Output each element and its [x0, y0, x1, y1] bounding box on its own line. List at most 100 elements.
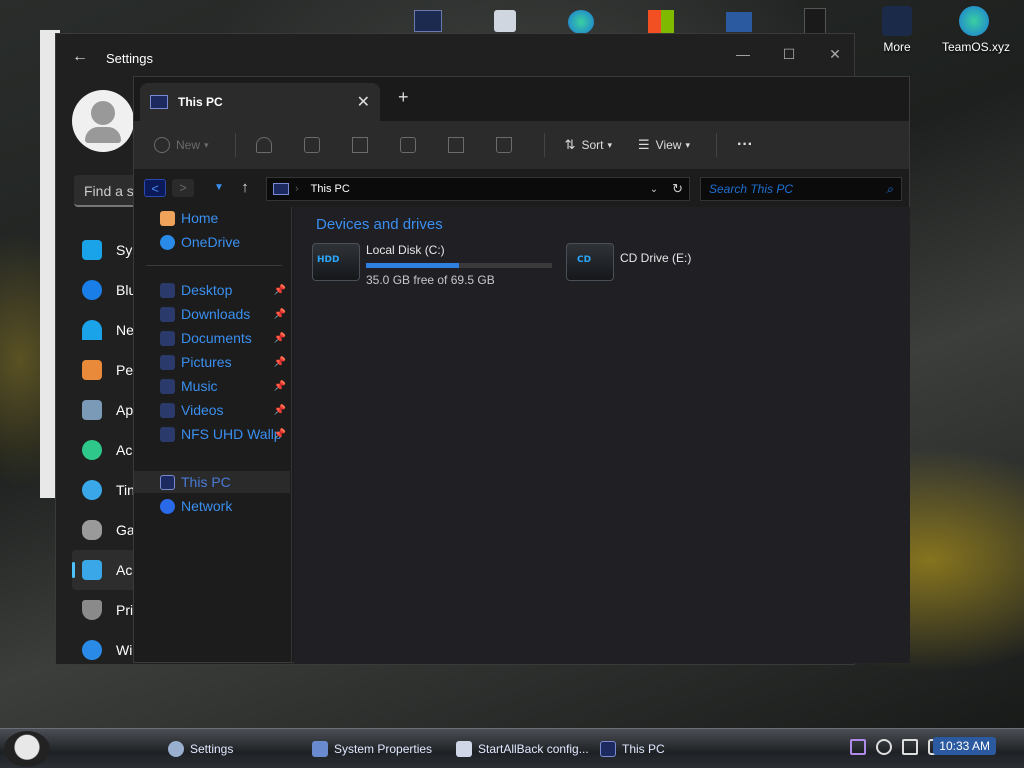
rename-button[interactable] — [399, 137, 422, 153]
cut-button[interactable] — [255, 137, 278, 153]
gear-icon — [168, 741, 184, 757]
taskbar-label: This PC — [622, 742, 665, 756]
minimize-button[interactable]: — — [720, 40, 766, 68]
view-label: View — [655, 138, 682, 152]
clock[interactable]: 10:33 AM — [933, 737, 996, 755]
system-icon — [82, 240, 102, 260]
brush-icon — [82, 360, 102, 380]
new-button[interactable]: New ▾ — [154, 137, 209, 153]
nav-item-home[interactable]: Home — [134, 207, 290, 229]
nav-item-pictures[interactable]: Pictures 📌 — [134, 351, 290, 373]
nav-item-videos[interactable]: Videos 📌 — [134, 399, 290, 421]
pin-icon[interactable]: 📌 — [274, 357, 286, 368]
avatar[interactable] — [72, 90, 134, 152]
pen-icon[interactable] — [850, 739, 866, 755]
divider — [234, 133, 236, 157]
rename-icon — [399, 137, 416, 153]
gaming-icon — [82, 520, 102, 540]
start-button[interactable] — [4, 731, 50, 767]
up-arrow-icon[interactable]: ↑ — [234, 179, 256, 197]
search-input[interactable]: Search This PC ⌕ — [700, 177, 902, 201]
pin-icon[interactable]: 📌 — [274, 309, 286, 320]
delete-button[interactable] — [495, 137, 518, 153]
nav-item-nfs-wallpapers[interactable]: NFS UHD Wallp 📌 — [134, 423, 290, 445]
chevron-down-icon[interactable]: ⌄ — [650, 184, 658, 195]
new-tab-button[interactable]: + — [398, 87, 409, 108]
back-button[interactable]: < — [144, 179, 166, 197]
plus-circle-icon — [154, 137, 170, 153]
pin-icon[interactable]: 📌 — [274, 381, 286, 392]
divider — [146, 265, 282, 266]
taskbar: Settings System Properties StartAllBack … — [0, 728, 1024, 768]
nav-label: Ga — [116, 522, 135, 538]
drive-badge: CD — [577, 255, 592, 265]
clipboard-icon — [351, 137, 368, 153]
nav-label: Ne — [116, 322, 134, 338]
more-options-button[interactable]: ··· — [737, 136, 753, 154]
app-icon[interactable] — [414, 10, 442, 32]
store-icon[interactable] — [648, 10, 674, 34]
section-title: Devices and drives — [316, 216, 443, 233]
desktop-icon-more[interactable]: More — [865, 6, 929, 54]
network-icon[interactable] — [726, 12, 752, 32]
taskbar-item-startallback[interactable]: StartAllBack config... — [456, 735, 589, 763]
nav-item-network[interactable]: Network — [134, 495, 290, 517]
trash-icon — [495, 137, 512, 153]
scissors-icon — [255, 137, 272, 153]
volume-muted-icon[interactable] — [902, 739, 918, 755]
system-tray — [850, 739, 944, 755]
tab-this-pc[interactable]: This PC ✕ — [140, 83, 380, 121]
globe-icon[interactable] — [876, 739, 892, 755]
pin-icon[interactable]: 📌 — [274, 429, 286, 440]
pin-icon[interactable]: 📌 — [274, 405, 286, 416]
device-icon[interactable] — [804, 8, 826, 34]
nav-item-documents[interactable]: Documents 📌 — [134, 327, 290, 349]
sort-label: Sort — [581, 138, 604, 152]
close-button[interactable]: ✕ — [812, 40, 858, 68]
nav-label: OneDrive — [181, 234, 241, 250]
nav-item-onedrive[interactable]: OneDrive — [134, 231, 290, 253]
taskbar-label: Settings — [190, 742, 234, 756]
nav-label: Wi — [116, 642, 133, 658]
nav-label: Downloads — [181, 306, 251, 322]
sort-button[interactable]: ⇅ Sort ▾ — [565, 137, 612, 153]
nav-item-downloads[interactable]: Downloads 📌 — [134, 303, 290, 325]
videos-folder-icon — [160, 402, 175, 418]
drive-cd-e[interactable]: CD CD Drive (E:) — [566, 243, 691, 281]
window-title: Settings — [106, 51, 153, 66]
chevron-down-icon: ▾ — [685, 139, 690, 150]
cd-drive-icon: CD — [566, 243, 614, 281]
back-arrow-icon[interactable]: ← — [72, 48, 88, 66]
pin-icon[interactable]: 📌 — [274, 285, 286, 296]
chevron-down-icon: ▾ — [204, 139, 209, 150]
drive-local-disk-c[interactable]: HDD Local Disk (C:) 35.0 GB free of 69.5… — [312, 243, 552, 287]
desktop-icon-teamos[interactable]: TeamOS.xyz — [942, 6, 1010, 54]
taskbar-item-settings[interactable]: Settings — [168, 735, 233, 763]
documents-folder-icon — [160, 330, 175, 346]
pin-icon[interactable]: 📌 — [274, 333, 286, 344]
nav-item-desktop[interactable]: Desktop 📌 — [134, 279, 290, 301]
recent-locations-icon[interactable]: ▼ — [208, 179, 230, 197]
nav-label: Music — [181, 378, 218, 394]
nav-item-music[interactable]: Music 📌 — [134, 375, 290, 397]
paste-button[interactable] — [351, 137, 374, 153]
taskbar-item-this-pc[interactable]: This PC — [600, 735, 665, 763]
bluetooth-icon — [82, 280, 102, 300]
share-button[interactable] — [447, 137, 470, 153]
drive-badge: HDD — [317, 255, 340, 265]
forward-button[interactable]: > — [172, 179, 194, 197]
close-tab-icon[interactable]: ✕ — [357, 92, 370, 112]
accounts-icon — [82, 440, 102, 460]
nav-item-this-pc[interactable]: This PC — [134, 471, 290, 493]
edge-icon[interactable] — [568, 10, 594, 34]
recycle-bin-icon[interactable] — [494, 10, 516, 32]
desktop-icon-label: More — [883, 40, 911, 54]
refresh-icon[interactable]: ↻ — [672, 181, 683, 197]
view-button[interactable]: ☰ View ▾ — [638, 137, 690, 153]
maximize-button[interactable]: ☐ — [766, 40, 812, 68]
copy-button[interactable] — [303, 137, 326, 153]
taskbar-item-system-properties[interactable]: System Properties — [312, 735, 432, 763]
shield-icon — [82, 600, 102, 620]
desktop-icon-strip — [410, 8, 840, 34]
address-bar[interactable]: › This PC ⌄ ↻ — [266, 177, 690, 201]
